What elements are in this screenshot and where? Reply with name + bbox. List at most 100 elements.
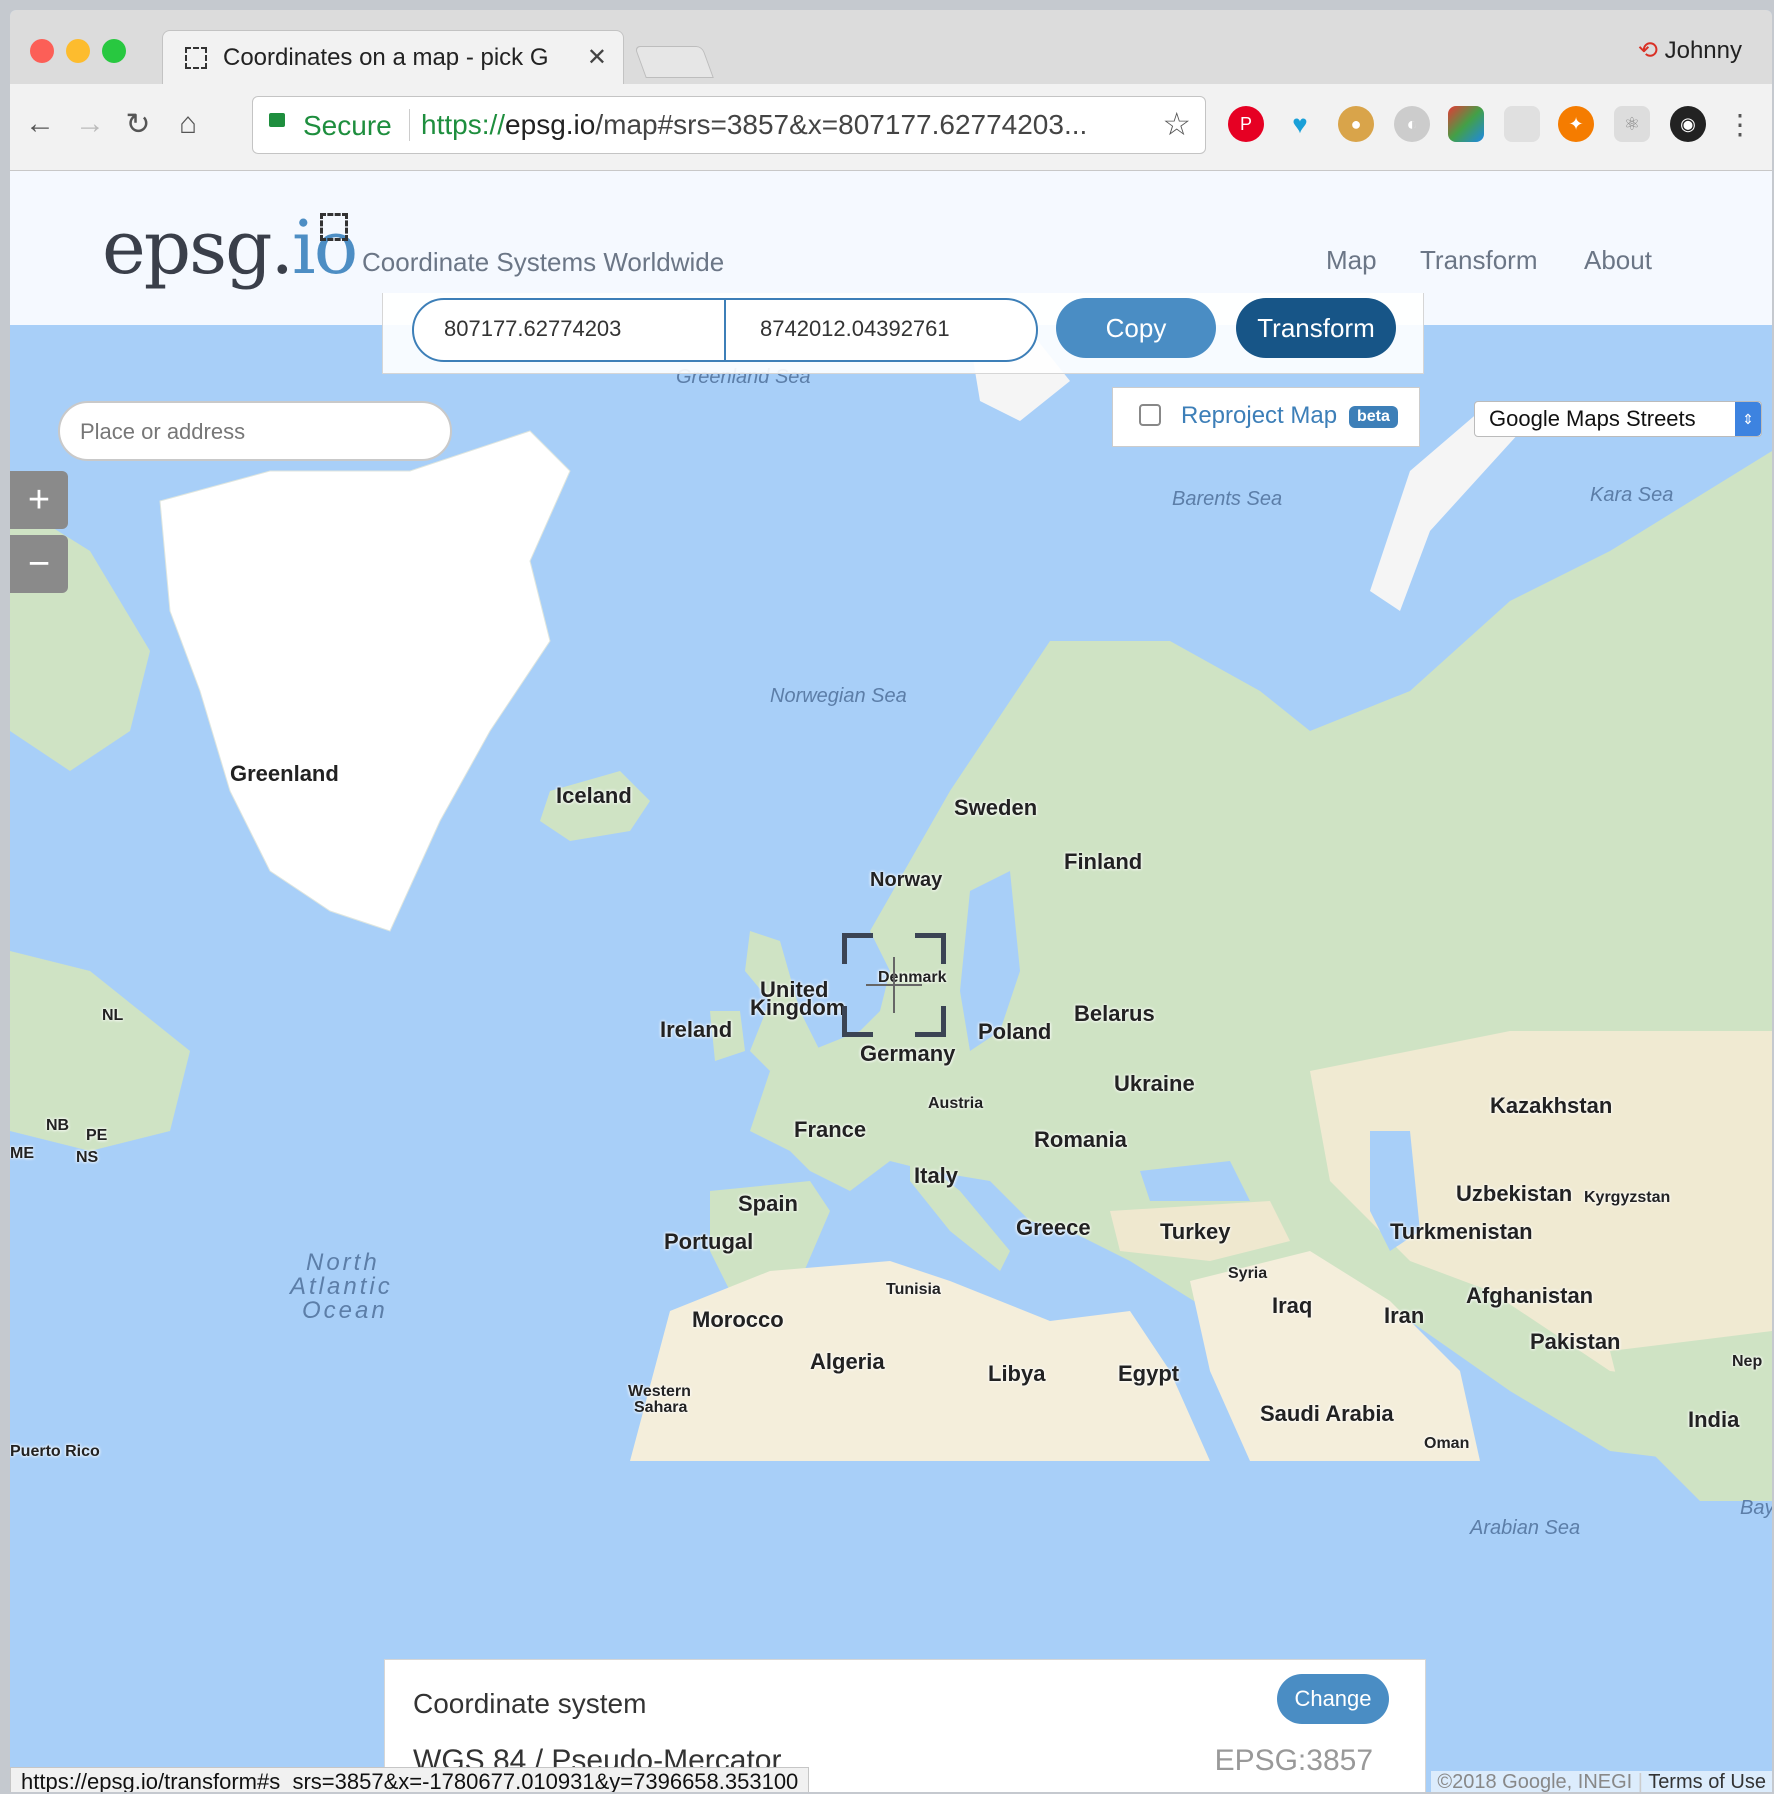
link-status-bar: https://epsg.io/transform#s_srs=3857&x=-… — [10, 1767, 810, 1792]
map-label-finland: Finland — [1064, 849, 1143, 874]
colorful-extension-icon[interactable] — [1448, 106, 1484, 142]
crosshair-corner-tr — [915, 933, 946, 964]
minimize-window-button[interactable] — [66, 39, 90, 63]
map-label-nb: NB — [46, 1117, 70, 1134]
search-placeholder: Place or address — [80, 419, 246, 444]
greenland-shape — [159, 430, 571, 932]
profile-button[interactable]: ⟲ Johnny — [1638, 36, 1742, 65]
map-label-sahara: Sahara — [634, 1399, 688, 1416]
reproject-map-control[interactable]: Reproject Map beta — [1112, 387, 1420, 447]
coordinates-input-group: 807177.62774203 8742012.04392761 — [412, 298, 1038, 362]
map-label-kara-sea: Kara Sea — [1590, 484, 1674, 506]
github-icon[interactable]: ◉ — [1670, 106, 1706, 142]
react-devtools-icon[interactable]: ⚛ — [1614, 106, 1650, 142]
change-crs-button[interactable]: Change — [1277, 1674, 1389, 1724]
nav-about-link[interactable]: About — [1584, 245, 1652, 276]
map-label-india: India — [1688, 1407, 1740, 1432]
reader-extension-icon[interactable] — [1504, 106, 1540, 142]
copy-button[interactable]: Copy — [1056, 298, 1216, 358]
browser-tab[interactable]: Coordinates on a map - pick G ✕ — [162, 30, 624, 87]
close-window-button[interactable] — [30, 39, 54, 63]
zoom-in-button[interactable]: + — [10, 471, 68, 529]
map-label-ocean: Ocean — [302, 1297, 388, 1324]
map-label-ireland: Ireland — [660, 1017, 733, 1042]
moon-extension-icon[interactable]: ◐ — [1394, 106, 1430, 142]
menu-kebab-icon[interactable]: ⋮ — [1722, 106, 1758, 142]
nav-map-link[interactable]: Map — [1326, 245, 1377, 276]
beta-badge: beta — [1349, 406, 1398, 428]
map-label-spain: Spain — [738, 1191, 798, 1216]
close-tab-icon[interactable]: ✕ — [587, 43, 607, 72]
map-label-afghanistan: Afghanistan — [1466, 1283, 1594, 1308]
terms-of-use-link[interactable]: Terms of Use — [1648, 1771, 1766, 1792]
map-label-iraq: Iraq — [1272, 1293, 1313, 1318]
map-layer-select[interactable]: Google Maps Streets ⇕ — [1474, 401, 1762, 437]
map-label-romania: Romania — [1034, 1127, 1127, 1152]
map-label-nepal: Nep — [1732, 1353, 1763, 1370]
map-label-nl: NL — [102, 1007, 124, 1024]
map-label-austria: Austria — [928, 1095, 984, 1112]
secure-label: Secure — [303, 110, 392, 141]
cookie-icon[interactable]: ● — [1338, 106, 1374, 142]
favicon-icon — [185, 47, 207, 69]
nav-transform-link[interactable]: Transform — [1420, 245, 1538, 276]
map-label-saudi-arabia: Saudi Arabia — [1260, 1401, 1394, 1426]
map-label-ukraine: Ukraine — [1114, 1071, 1195, 1096]
sync-error-icon: ⟲ — [1637, 37, 1658, 64]
map-label-pakistan: Pakistan — [1530, 1329, 1621, 1354]
map-label-sweden: Sweden — [954, 795, 1038, 820]
bookmark-star-icon[interactable]: ☆ — [1162, 105, 1191, 143]
map-copyright: ©2018 Google, INEGI — [1437, 1771, 1633, 1792]
page-content: Greenland Sea Barents Sea Kara Sea Norwe… — [10, 171, 1772, 1792]
crosshair-corner-tl — [842, 933, 873, 964]
map-label-turkmenistan: Turkmenistan — [1390, 1219, 1533, 1244]
site-logo[interactable]: epsg.io — [102, 205, 358, 291]
map-label-libya: Libya — [988, 1361, 1046, 1386]
map-attribution: ©2018 Google, INEGI | Terms of Use — [1431, 1771, 1772, 1792]
heart-extension-icon[interactable]: ♥ — [1282, 106, 1318, 142]
map-label-greenland: Greenland — [230, 761, 339, 786]
canada-east-shape — [10, 951, 190, 1151]
back-icon[interactable]: ← — [20, 104, 60, 144]
divider — [409, 109, 410, 141]
map-label-norwegian-sea: Norwegian Sea — [770, 685, 907, 707]
reload-icon[interactable]: ↻ — [118, 104, 158, 144]
map-label-turkey: Turkey — [1160, 1219, 1231, 1244]
user-name: Johnny — [1664, 37, 1742, 64]
reproject-label: Reproject Map — [1181, 402, 1338, 429]
map-label-ns: NS — [76, 1149, 99, 1166]
zoom-out-button[interactable]: − — [10, 535, 68, 593]
reproject-checkbox[interactable] — [1139, 404, 1161, 426]
url-text: https://epsg.io/map#srs=3857&x=807177.62… — [421, 109, 1121, 141]
home-icon[interactable]: ⌂ — [168, 104, 208, 144]
url-scheme: https:// — [421, 109, 506, 140]
map-label-egypt: Egypt — [1118, 1361, 1180, 1386]
crosshair-corner-br — [915, 1006, 946, 1037]
map-label-puerto-rico: Puerto Rico — [10, 1443, 100, 1460]
layer-selected-value: Google Maps Streets — [1489, 406, 1696, 431]
y-coordinate-field[interactable]: 8742012.04392761 — [760, 316, 950, 342]
attribution-divider: | — [1637, 1771, 1649, 1792]
maximize-window-button[interactable] — [102, 39, 126, 63]
coordinate-divider — [724, 300, 726, 360]
map-center-crosshair — [842, 933, 946, 1037]
place-search-input[interactable]: Place or address — [58, 401, 452, 461]
lock-icon — [269, 113, 285, 127]
orange-extension-icon[interactable]: ✦ — [1558, 106, 1594, 142]
map-label-bay: Bay — [1740, 1497, 1772, 1519]
map-label-barents-sea: Barents Sea — [1172, 488, 1283, 510]
map-label-oman: Oman — [1424, 1435, 1470, 1452]
map-label-france: France — [794, 1117, 867, 1142]
map-label-greece: Greece — [1016, 1215, 1091, 1240]
map-label-arabian-sea: Arabian Sea — [1470, 1517, 1581, 1539]
map-label-portugal: Portugal — [664, 1229, 754, 1254]
map-label-norway: Norway — [870, 869, 943, 891]
map-label-pe: PE — [86, 1127, 108, 1144]
new-tab-button[interactable] — [634, 46, 714, 78]
url-path: /map#srs=3857&x=807177.62774203... — [595, 109, 1088, 140]
forward-icon[interactable]: → — [70, 104, 110, 144]
pinterest-icon[interactable]: P — [1228, 106, 1264, 142]
address-bar[interactable]: Secure https://epsg.io/map#srs=3857&x=80… — [252, 96, 1206, 154]
x-coordinate-field[interactable]: 807177.62774203 — [444, 316, 621, 342]
transform-button[interactable]: Transform — [1236, 298, 1396, 358]
